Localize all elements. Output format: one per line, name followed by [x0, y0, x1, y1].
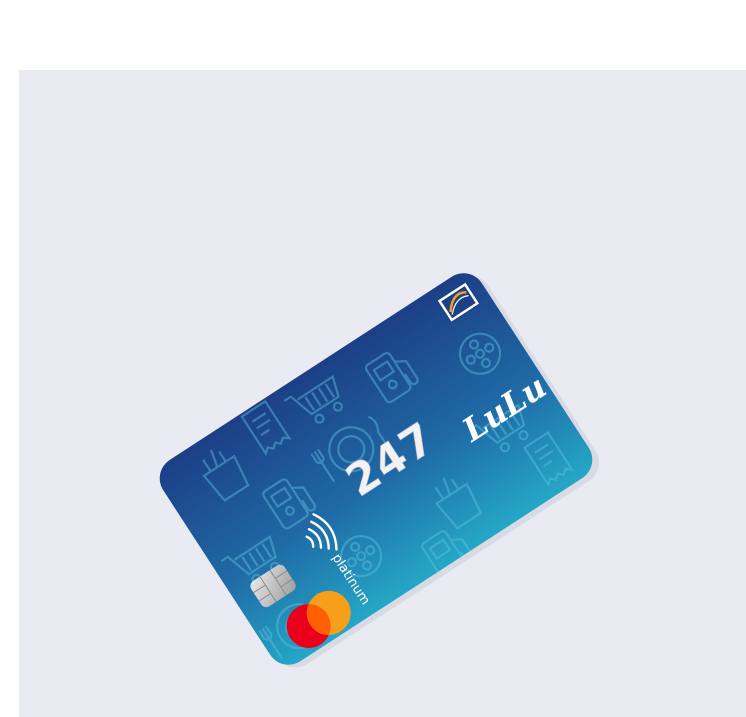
- card-illustration: LuLu 247 platinum: [159, 273, 599, 668]
- background-panel: LuLu 247 platinum: [19, 70, 746, 717]
- credit-card: LuLu 247 platinum: [159, 273, 599, 668]
